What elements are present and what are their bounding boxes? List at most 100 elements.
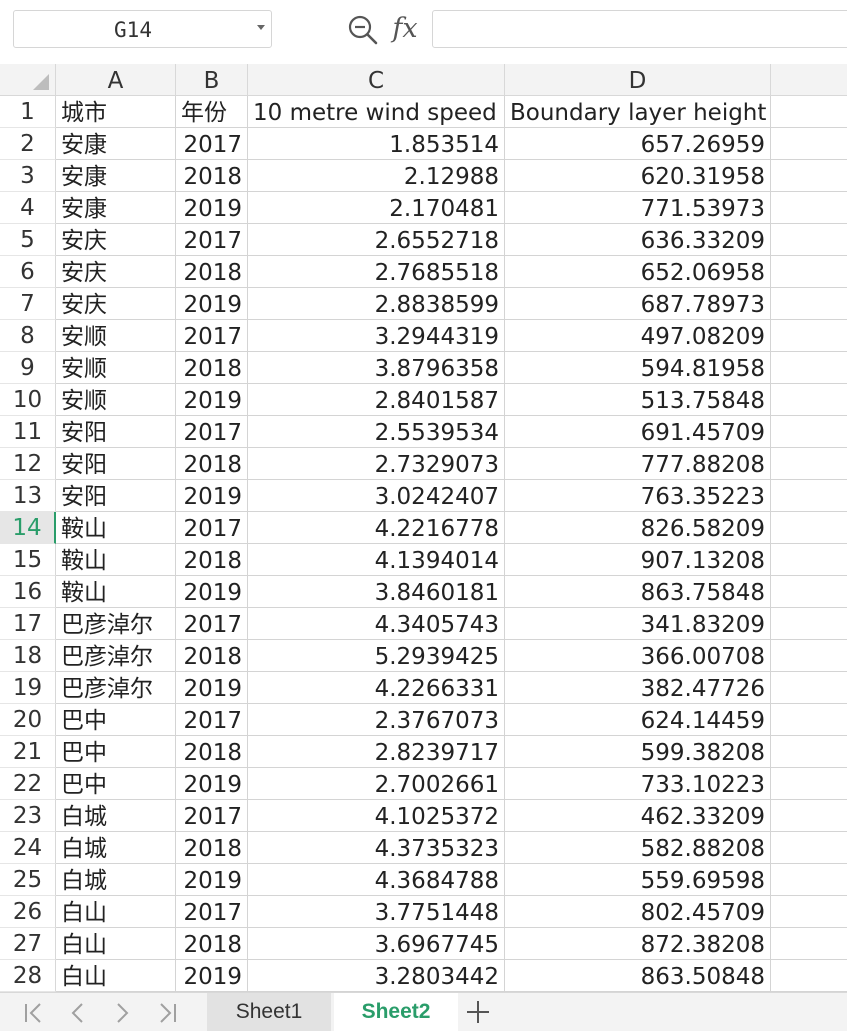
cell-city[interactable]: 巴中 [56,704,176,736]
cell-city[interactable]: 安顺 [56,352,176,384]
column-header-b[interactable]: B [176,64,248,96]
cell-empty[interactable] [771,448,847,480]
cell-year[interactable]: 2018 [176,160,248,192]
cell-year[interactable]: 2018 [176,832,248,864]
row-header[interactable]: 10 [0,384,56,416]
cell-empty[interactable] [771,384,847,416]
cell-boundary-height[interactable]: 599.38208 [505,736,771,768]
cell-city[interactable]: 安庆 [56,288,176,320]
row-header[interactable]: 12 [0,448,56,480]
cell-empty[interactable] [771,128,847,160]
row-header[interactable]: 4 [0,192,56,224]
row-header[interactable]: 1 [0,96,56,128]
cell-city[interactable]: 安阳 [56,448,176,480]
cell-empty[interactable] [771,352,847,384]
cell-year[interactable]: 2017 [176,128,248,160]
cell-boundary-height[interactable]: 687.78973 [505,288,771,320]
cell-empty[interactable] [771,576,847,608]
zoom-icon[interactable] [347,14,379,46]
cell-year[interactable]: 2017 [176,704,248,736]
cell-wind-speed[interactable]: 2.170481 [248,192,505,224]
cell-city[interactable]: 安庆 [56,256,176,288]
cell-wind-speed[interactable]: 5.2939425 [248,640,505,672]
first-sheet-icon[interactable] [20,999,48,1027]
next-sheet-icon[interactable] [108,999,136,1027]
cell-year[interactable]: 2018 [176,352,248,384]
cell-boundary-height[interactable]: 513.75848 [505,384,771,416]
column-header-d[interactable]: D [505,64,771,96]
cell-boundary-height[interactable]: Boundary layer height [505,96,771,128]
cell-boundary-height[interactable]: 594.81958 [505,352,771,384]
cell-boundary-height[interactable]: 691.45709 [505,416,771,448]
cell-wind-speed[interactable]: 3.7751448 [248,896,505,928]
cell-wind-speed[interactable]: 2.12988 [248,160,505,192]
cell-wind-speed[interactable]: 10 metre wind speed [248,96,505,128]
cell-empty[interactable] [771,480,847,512]
row-header[interactable]: 16 [0,576,56,608]
prev-sheet-icon[interactable] [64,999,92,1027]
cell-boundary-height[interactable]: 863.75848 [505,576,771,608]
cell-empty[interactable] [771,416,847,448]
cell-city[interactable]: 鞍山 [56,512,176,544]
cell-city[interactable]: 白城 [56,800,176,832]
tab-sheet2[interactable]: Sheet2 [334,993,458,1031]
cell-empty[interactable] [771,960,847,992]
formula-input[interactable] [432,10,847,48]
cell-boundary-height[interactable]: 802.45709 [505,896,771,928]
cell-city[interactable]: 白山 [56,960,176,992]
cell-year[interactable]: 2019 [176,576,248,608]
cell-wind-speed[interactable]: 3.8460181 [248,576,505,608]
cell-wind-speed[interactable]: 4.3684788 [248,864,505,896]
cell-boundary-height[interactable]: 872.38208 [505,928,771,960]
cell-wind-speed[interactable]: 4.3735323 [248,832,505,864]
row-header[interactable]: 22 [0,768,56,800]
cell-empty[interactable] [771,288,847,320]
row-header[interactable]: 19 [0,672,56,704]
cell-boundary-height[interactable]: 763.35223 [505,480,771,512]
cell-year[interactable]: 2018 [176,736,248,768]
cell-city[interactable]: 白山 [56,928,176,960]
cell-city[interactable]: 白城 [56,864,176,896]
cell-year[interactable]: 年份 [176,96,248,128]
tab-sheet1[interactable]: Sheet1 [207,993,331,1031]
cell-year[interactable]: 2017 [176,320,248,352]
cell-empty[interactable] [771,224,847,256]
column-header-a[interactable]: A [56,64,176,96]
cell-boundary-height[interactable]: 863.50848 [505,960,771,992]
row-header[interactable]: 11 [0,416,56,448]
cell-city[interactable]: 安康 [56,192,176,224]
cell-boundary-height[interactable]: 624.14459 [505,704,771,736]
cell-year[interactable]: 2017 [176,800,248,832]
cell-city[interactable]: 城市 [56,96,176,128]
row-header[interactable]: 15 [0,544,56,576]
cell-year[interactable]: 2018 [176,640,248,672]
cell-city[interactable]: 鞍山 [56,544,176,576]
cell-boundary-height[interactable]: 777.88208 [505,448,771,480]
cell-wind-speed[interactable]: 3.0242407 [248,480,505,512]
last-sheet-icon[interactable] [153,999,181,1027]
cell-year[interactable]: 2017 [176,896,248,928]
cell-empty[interactable] [771,832,847,864]
row-header[interactable]: 13 [0,480,56,512]
cell-year[interactable]: 2019 [176,288,248,320]
cell-year[interactable]: 2019 [176,672,248,704]
cell-empty[interactable] [771,896,847,928]
row-header[interactable]: 8 [0,320,56,352]
cell-wind-speed[interactable]: 2.5539534 [248,416,505,448]
cell-year[interactable]: 2018 [176,928,248,960]
cell-city[interactable]: 安康 [56,160,176,192]
cell-wind-speed[interactable]: 2.7002661 [248,768,505,800]
select-all-button[interactable] [0,64,56,96]
cell-wind-speed[interactable]: 2.7329073 [248,448,505,480]
cell-city[interactable]: 巴中 [56,768,176,800]
cell-wind-speed[interactable]: 2.8401587 [248,384,505,416]
cell-city[interactable]: 安庆 [56,224,176,256]
cell-boundary-height[interactable]: 620.31958 [505,160,771,192]
cell-empty[interactable] [771,160,847,192]
cell-city[interactable]: 巴中 [56,736,176,768]
row-header[interactable]: 3 [0,160,56,192]
cell-boundary-height[interactable]: 826.58209 [505,512,771,544]
cell-wind-speed[interactable]: 3.2944319 [248,320,505,352]
cell-wind-speed[interactable]: 2.3767073 [248,704,505,736]
cell-boundary-height[interactable]: 582.88208 [505,832,771,864]
